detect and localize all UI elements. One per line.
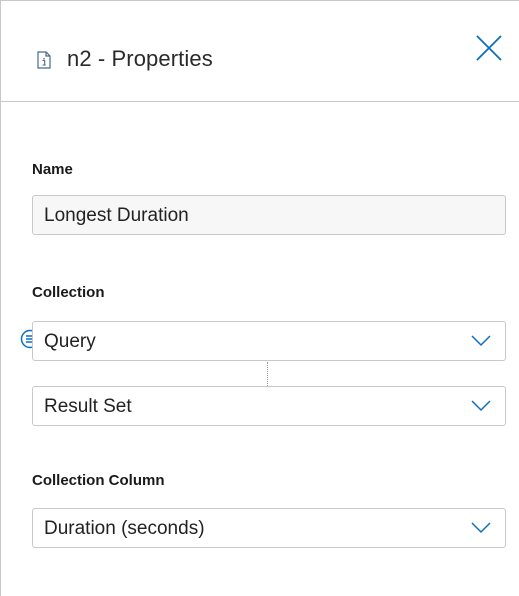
name-input[interactable]: Longest Duration bbox=[32, 195, 506, 235]
connector-line bbox=[267, 362, 268, 386]
close-icon[interactable] bbox=[475, 34, 503, 62]
chevron-down-icon bbox=[471, 335, 491, 347]
collection-source-value: Query bbox=[44, 331, 96, 352]
collection-column-value: Duration (seconds) bbox=[44, 518, 205, 539]
chevron-down-icon bbox=[471, 522, 491, 534]
collection-column-label: Collection Column bbox=[32, 472, 165, 489]
name-input-value: Longest Duration bbox=[44, 205, 189, 226]
panel-title: n2 - Properties bbox=[67, 46, 213, 71]
name-label: Name bbox=[32, 161, 73, 178]
collection-subset-select[interactable]: Result Set bbox=[32, 386, 506, 426]
collection-column-select[interactable]: Duration (seconds) bbox=[32, 508, 506, 548]
document-info-icon bbox=[37, 51, 51, 69]
collection-subset-value: Result Set bbox=[44, 396, 132, 417]
chevron-down-icon bbox=[471, 400, 491, 412]
collection-label: Collection bbox=[32, 284, 105, 301]
collection-source-select[interactable]: Query bbox=[32, 321, 506, 361]
panel-header: n2 - Properties bbox=[1, 1, 519, 102]
properties-panel: n2 - Properties Name Longest Duration Co… bbox=[0, 0, 519, 596]
